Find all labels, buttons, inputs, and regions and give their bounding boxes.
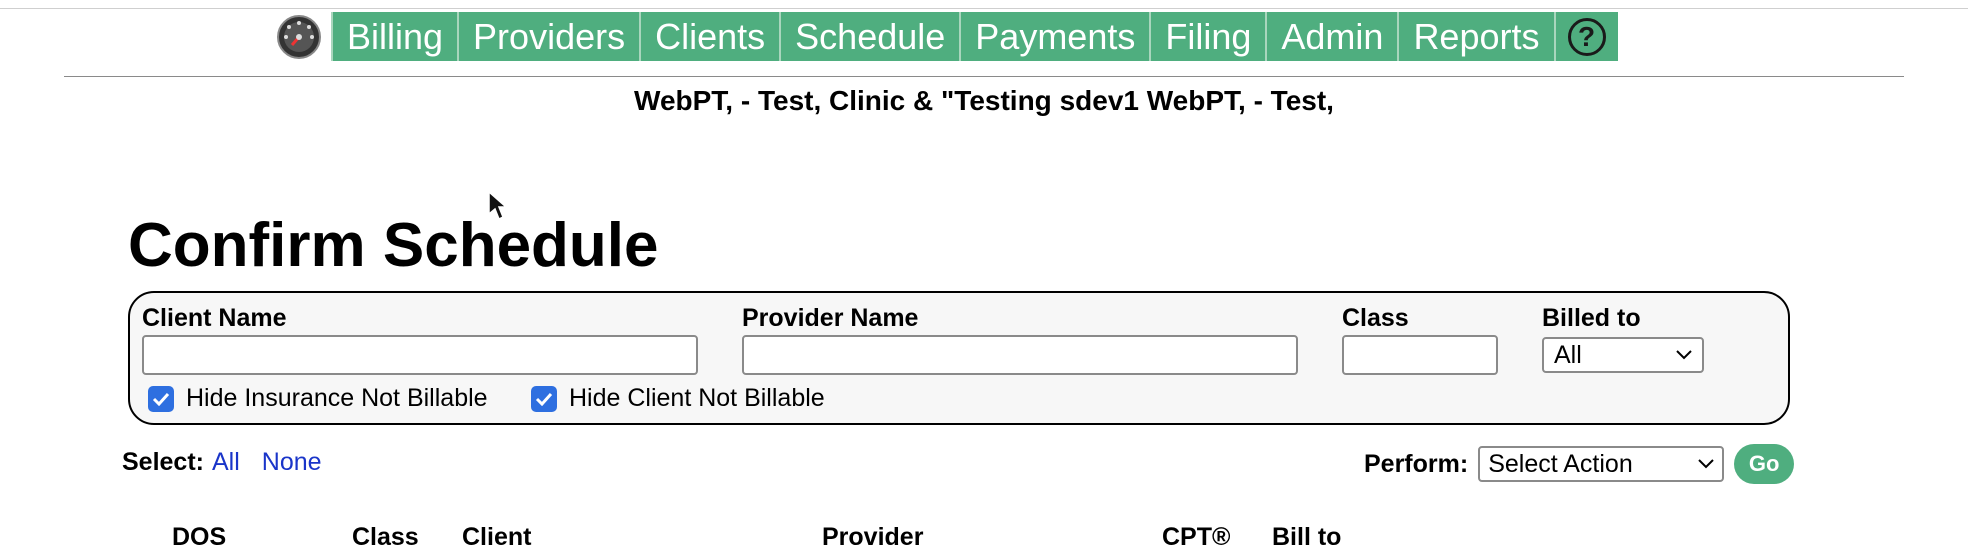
nav-admin[interactable]: Admin — [1265, 12, 1398, 61]
select-label: Select: — [122, 448, 204, 476]
provider-name-input[interactable] — [742, 335, 1298, 375]
client-name-input[interactable] — [142, 335, 698, 375]
action-select-value: Select Action — [1488, 449, 1633, 478]
chevron-down-icon — [1698, 459, 1714, 469]
nav-filing[interactable]: Filing — [1149, 12, 1266, 61]
dashboard-gauge-icon[interactable] — [267, 12, 331, 61]
help-circle-icon: ? — [1567, 17, 1606, 56]
billed-to-label: Billed to — [1542, 304, 1641, 332]
checkmark-icon — [531, 385, 557, 412]
column-header-client[interactable]: Client — [462, 522, 531, 552]
hide-client-checkbox[interactable]: Hide Client Not Billable — [531, 384, 825, 413]
client-name-label: Client Name — [142, 304, 287, 332]
nav-schedule[interactable]: Schedule — [779, 12, 960, 61]
nav-providers[interactable]: Providers — [457, 12, 640, 61]
column-header-provider[interactable]: Provider — [822, 522, 923, 552]
select-none-link[interactable]: None — [262, 448, 322, 477]
nav-payments[interactable]: Payments — [959, 12, 1150, 61]
class-label: Class — [1342, 304, 1409, 332]
column-header-dos[interactable]: DOS — [172, 522, 226, 552]
filter-panel: Client Name Provider Name Class Billed t… — [128, 291, 1790, 425]
hide-insurance-label: Hide Insurance Not Billable — [186, 384, 488, 412]
chevron-down-icon — [1676, 350, 1692, 360]
nav-reports[interactable]: Reports — [1397, 12, 1554, 61]
column-header-class[interactable]: Class — [352, 522, 419, 552]
checkmark-icon — [148, 385, 174, 412]
clinic-name: WebPT, - Test, Clinic & "Testing sdev1 W… — [634, 85, 1334, 116]
nav-help[interactable]: ? — [1553, 12, 1618, 61]
select-controls: Select: All None — [122, 448, 344, 477]
top-divider — [0, 8, 1968, 9]
perform-controls: Perform: Select Action Go — [1364, 444, 1795, 484]
action-select[interactable]: Select Action — [1478, 446, 1725, 482]
main-nav: Billing Providers Clients Schedule Payme… — [267, 12, 1618, 61]
billed-to-value: All — [1554, 340, 1582, 369]
hide-insurance-checkbox[interactable]: Hide Insurance Not Billable — [148, 384, 488, 413]
provider-name-label: Provider Name — [742, 304, 919, 332]
class-input[interactable] — [1342, 335, 1498, 375]
nav-divider — [64, 76, 1904, 77]
page-title: Confirm Schedule — [128, 211, 659, 280]
select-all-link[interactable]: All — [212, 448, 240, 477]
column-header-bill-to[interactable]: Bill to — [1272, 522, 1341, 552]
column-header-cpt[interactable]: CPT® — [1162, 522, 1230, 552]
perform-label: Perform: — [1364, 449, 1469, 478]
nav-billing[interactable]: Billing — [331, 12, 458, 61]
go-button[interactable]: Go — [1734, 444, 1795, 484]
nav-clients[interactable]: Clients — [639, 12, 780, 61]
billed-to-select[interactable]: All — [1542, 337, 1704, 373]
hide-client-label: Hide Client Not Billable — [569, 384, 825, 412]
